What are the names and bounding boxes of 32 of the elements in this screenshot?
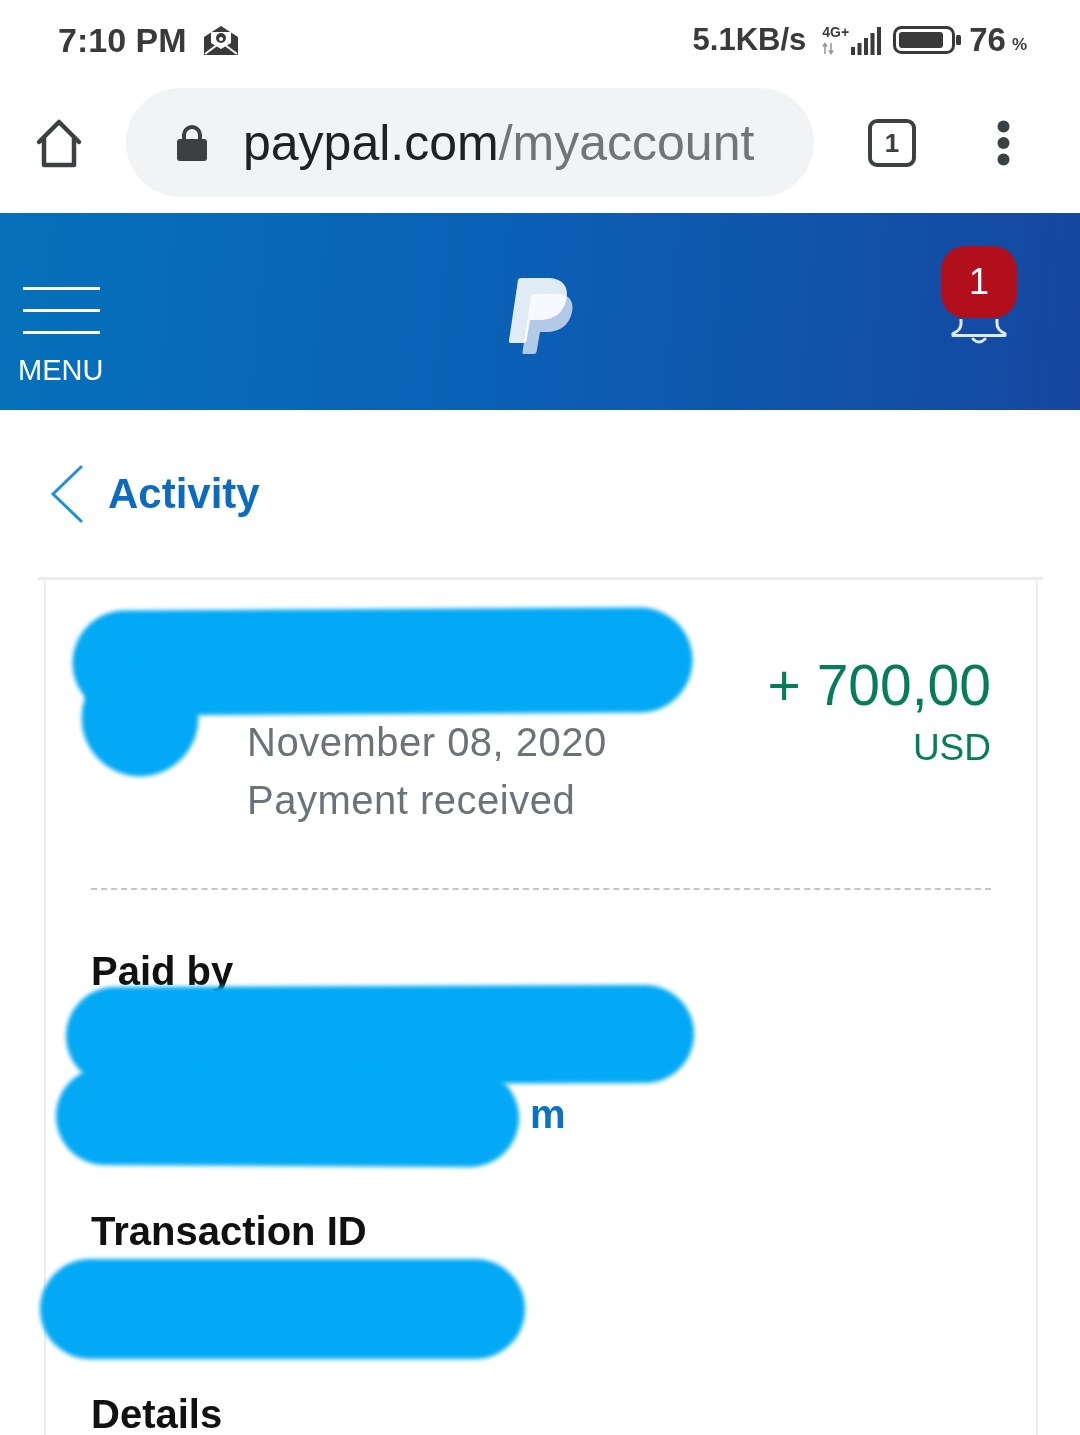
clock-time: 7:10 PM — [58, 20, 187, 60]
home-icon — [35, 117, 83, 168]
battery-icon — [893, 26, 962, 54]
notification-badge: 1 — [941, 246, 1017, 318]
percent-sign: % — [1011, 34, 1027, 55]
section-heading: Paid by — [91, 951, 235, 991]
email-text: m — [530, 1092, 566, 1136]
notifications-button[interactable]: 1 — [941, 246, 1017, 345]
more-icon — [997, 119, 1010, 166]
battery-percent: 76 — [969, 21, 1006, 59]
amount-text: + 700,00 — [767, 654, 991, 716]
back-link[interactable]: Activity — [50, 464, 260, 523]
bell-icon — [949, 319, 1009, 345]
section-heading: Details — [91, 1394, 224, 1434]
mail-icon — [201, 24, 240, 56]
lock-icon — [177, 124, 207, 161]
chevron-left-icon — [50, 464, 84, 523]
transaction-status: Payment received — [247, 778, 577, 822]
data-arrows-icon — [822, 42, 835, 55]
menu-button[interactable]: MENU — [18, 287, 104, 388]
address-bar[interactable]: paypal.com/myaccount — [126, 88, 814, 197]
url-text: paypal.com/myaccount — [243, 113, 755, 172]
more-options-button[interactable] — [997, 119, 1010, 166]
tab-switcher-button[interactable]: 1 — [868, 118, 916, 167]
logo-icon — [507, 277, 573, 355]
transaction-date: November 08, 2020 — [247, 720, 607, 764]
network-speed: 5.1KB/s — [692, 22, 807, 58]
signal-icon — [851, 27, 882, 55]
currency-text: USD — [912, 726, 991, 770]
home-button[interactable] — [35, 117, 83, 168]
section-heading: Transaction ID — [91, 1211, 368, 1251]
network-type: 4G+ — [822, 25, 850, 39]
